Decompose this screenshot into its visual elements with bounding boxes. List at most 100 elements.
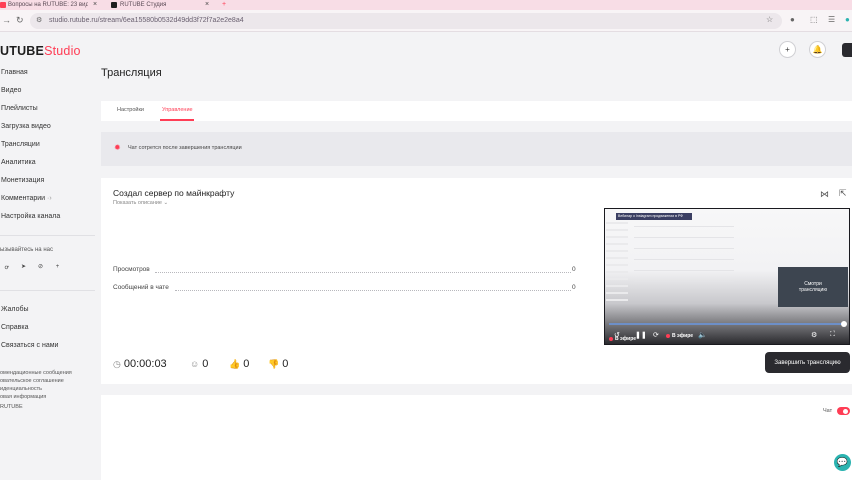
viewers-metric: ☺ 0 xyxy=(190,358,208,370)
dislikes-value: 0 xyxy=(282,358,289,370)
avatar[interactable] xyxy=(842,43,852,57)
preview-sidebar xyxy=(606,222,628,302)
preview-popup: Смотри трансляцию xyxy=(778,267,848,307)
reload-icon[interactable]: ↻ xyxy=(16,15,24,26)
share-icon[interactable]: ⋈ xyxy=(820,189,829,200)
show-description-label: Показать описание xyxy=(113,200,162,206)
tab-settings[interactable]: Настройки xyxy=(117,107,144,113)
sidebar-item-streams[interactable]: Трансляции xyxy=(1,141,40,148)
divider xyxy=(0,290,95,291)
sidebar-item-help[interactable]: Справка xyxy=(1,324,28,331)
legal-link[interactable]: овательское соглашение xyxy=(0,378,64,384)
browser-tab-2[interactable]: RUTUBE Студия xyxy=(120,0,190,10)
preview-content xyxy=(634,226,734,286)
browser-tab-bar: Вопросы на RUTUBE: 23 видео × RUTUBE Сту… xyxy=(0,0,852,10)
fullscreen-icon[interactable]: ⛶ xyxy=(830,331,835,339)
browser-tab-1[interactable]: Вопросы на RUTUBE: 23 видео xyxy=(8,0,88,10)
external-link-icon[interactable]: ⇱ xyxy=(839,188,847,199)
progress-bar[interactable] xyxy=(609,323,845,325)
stream-title: Создал сервер по майнкрафту xyxy=(113,188,235,198)
dotted-leader xyxy=(155,272,571,273)
clock-icon: ◷ xyxy=(113,358,121,369)
help-chat-button[interactable]: 💬 xyxy=(834,454,851,471)
studio-logo[interactable]: UTUBEStudio xyxy=(0,44,81,58)
warning-icon: ✹ xyxy=(114,143,121,152)
views-label: Просмотров xyxy=(113,266,150,273)
dislikes-metric: 👎 0 xyxy=(268,358,288,370)
notifications-button[interactable]: 🔔 xyxy=(809,41,826,58)
chat-label: Чат xyxy=(823,408,833,414)
chat-bubble-icon: 💬 xyxy=(836,457,849,467)
legal-link[interactable]: овая информация xyxy=(0,394,46,400)
new-tab-icon[interactable]: + xyxy=(222,0,226,10)
sidebar-item-channel-settings[interactable]: Настройка канала xyxy=(1,213,60,220)
pause-icon[interactable]: ❚❚ xyxy=(635,331,647,339)
user-icon: ☺ xyxy=(190,359,200,369)
volume-icon[interactable]: 🔈 xyxy=(698,331,707,339)
bell-icon: 🔔 xyxy=(812,45,823,54)
chat-messages-value: 0 xyxy=(572,284,576,291)
views-value: 0 xyxy=(572,266,576,273)
page-title: Трансляция xyxy=(101,67,162,79)
sidebar-item-upload[interactable]: Загрузка видео xyxy=(1,123,51,130)
upload-button[interactable]: + xyxy=(779,41,796,58)
copyright: RUTUBE xyxy=(0,404,23,410)
forward-icon[interactable]: → xyxy=(2,15,11,25)
logo-accent: Studio xyxy=(44,44,81,58)
gear-icon[interactable]: ⚙ xyxy=(811,331,817,339)
sidebar-item-complaints[interactable]: Жалобы xyxy=(1,306,29,313)
notice-text: Чат сотрется после завершения трансляции xyxy=(128,145,242,151)
sidebar-item-comments[interactable]: Комментарии ·› xyxy=(1,195,52,202)
sidebar-item-playlists[interactable]: Плейлисты xyxy=(1,105,38,112)
sidebar-item-video[interactable]: Видео xyxy=(1,87,21,94)
more-icon[interactable]: + xyxy=(52,261,63,272)
preview-banner: Вебинар о Instagram продвижении в РФ xyxy=(616,213,692,220)
close-icon[interactable]: × xyxy=(93,0,97,10)
arrow-icon: ·› xyxy=(45,195,52,202)
logo-main: UTUBE xyxy=(0,44,45,58)
tab-favicon xyxy=(111,2,117,8)
profile-icon[interactable]: ● xyxy=(845,15,850,24)
vk-icon[interactable]: ⊘ xyxy=(35,261,46,272)
sidebar-item-monetization[interactable]: Монетизация xyxy=(1,177,44,184)
likes-value: 0 xyxy=(243,358,250,370)
show-description-link[interactable]: Показать описание ⌄ xyxy=(113,200,168,206)
sidebar-item-label: Комментарии xyxy=(1,195,46,202)
tab-favicon xyxy=(0,2,6,8)
bookmark-star-icon[interactable]: ☆ xyxy=(766,15,773,24)
odnoklassniki-icon[interactable]: ꝍ xyxy=(1,261,12,272)
end-stream-button[interactable]: Завершить трансляцию xyxy=(765,352,850,373)
legal-link[interactable]: омендационные сообщения xyxy=(0,370,72,376)
url-text[interactable]: studio.rutube.ru/stream/6ea15580b0532d49… xyxy=(49,14,244,28)
telegram-icon[interactable]: ➤ xyxy=(18,261,29,272)
tab-management[interactable]: Управление xyxy=(162,107,193,113)
menu-icon[interactable]: ⬚ xyxy=(810,15,818,24)
chat-card xyxy=(101,395,852,480)
preview-popup-text: Смотри трансляцию xyxy=(798,281,828,293)
duration-value: 00:00:03 xyxy=(123,358,167,370)
chat-messages-label: Сообщений в чате xyxy=(113,284,169,291)
sidebar-item-analytics[interactable]: Аналитика xyxy=(1,159,36,166)
chevron-down-icon: ⌄ xyxy=(162,200,169,206)
thumbs-up-icon: 👍 xyxy=(229,358,241,369)
sidebar-item-home[interactable]: Главная xyxy=(1,69,28,76)
live-label: В эфире xyxy=(609,336,636,342)
viewers-value: 0 xyxy=(202,358,209,370)
plus-icon: + xyxy=(785,45,790,54)
likes-metric: 👍 0 xyxy=(229,358,249,370)
site-info-icon[interactable]: ⚙ xyxy=(36,16,42,24)
chat-toggle[interactable] xyxy=(837,407,850,415)
legal-link[interactable]: иденциальность xyxy=(0,386,42,392)
sidebar-item-contact[interactable]: Связаться с нами xyxy=(1,342,58,349)
close-icon[interactable]: × xyxy=(205,0,209,10)
tabs-card xyxy=(101,101,852,121)
dotted-leader xyxy=(175,290,571,291)
live-label-2: В эфире xyxy=(666,333,693,339)
progress-knob[interactable] xyxy=(841,321,847,327)
extension-icon[interactable]: ● xyxy=(790,15,795,24)
social-title: ызывайтесь на нас xyxy=(0,247,53,253)
forward-10-icon[interactable]: ⟳ xyxy=(653,331,659,339)
sidepanel-icon[interactable]: ☰ xyxy=(828,15,835,24)
duration-metric: ◷ 00:00:03 xyxy=(113,358,167,370)
divider xyxy=(0,235,95,236)
